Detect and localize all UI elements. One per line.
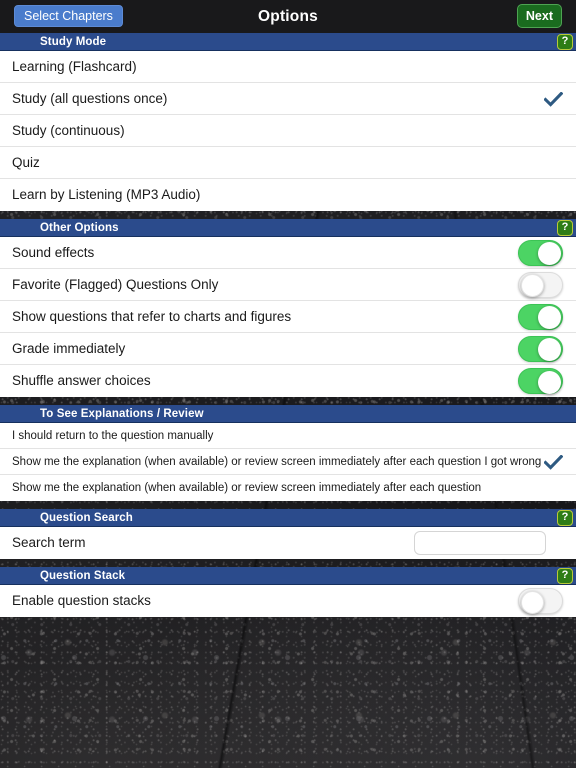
list-item-label: Sound effects xyxy=(12,245,95,260)
help-icon[interactable]: ? xyxy=(557,220,573,236)
section-header-question-stack: Question Stack? xyxy=(0,567,576,585)
toggle-knob xyxy=(537,306,561,329)
toggle-switch[interactable] xyxy=(518,335,563,362)
list-item[interactable]: Search term xyxy=(0,527,576,559)
section-title: Study Mode xyxy=(40,36,107,48)
list-item[interactable]: Enable question stacks xyxy=(0,585,576,617)
help-icon[interactable]: ? xyxy=(557,34,573,50)
section-rows: Sound effects Favorite (Flagged) Question… xyxy=(0,237,576,397)
help-icon[interactable]: ? xyxy=(557,510,573,526)
list-item-label: Favorite (Flagged) Questions Only xyxy=(12,277,219,292)
section-title: To See Explanations / Review xyxy=(40,408,204,420)
toggle-switch[interactable] xyxy=(518,303,563,330)
list-item-label: Learn by Listening (MP3 Audio) xyxy=(12,187,201,202)
list-item-label: Study (continuous) xyxy=(12,123,125,138)
toggle-knob xyxy=(537,370,561,394)
toggle-knob xyxy=(520,274,544,297)
section-rows: Enable question stacks xyxy=(0,585,576,617)
list-item[interactable]: Show questions that refer to charts and … xyxy=(0,301,576,333)
list-item[interactable]: I should return to the question manually xyxy=(0,423,576,449)
section-header-other-options: Other Options? xyxy=(0,219,576,237)
list-item[interactable]: Learning (Flashcard) xyxy=(0,51,576,83)
section-title: Other Options xyxy=(40,222,119,234)
next-button[interactable]: Next xyxy=(516,4,562,28)
list-item[interactable]: Learn by Listening (MP3 Audio) xyxy=(0,179,576,211)
toggle-knob xyxy=(537,242,561,265)
section-study-mode: Study Mode? Learning (Flashcard) Study (al… xyxy=(0,33,576,211)
search-input[interactable] xyxy=(414,531,546,555)
section-question-search: Question Search? Search term xyxy=(0,509,576,559)
section-explanations-review: To See Explanations / Review I should ret… xyxy=(0,405,576,501)
checkmark-icon xyxy=(544,454,563,470)
list-item[interactable]: Shuffle answer choices xyxy=(0,365,576,397)
list-item-label: Learning (Flashcard) xyxy=(12,59,137,74)
list-item[interactable]: Favorite (Flagged) Questions Only xyxy=(0,269,576,301)
list-item-label: Shuffle answer choices xyxy=(12,373,151,388)
list-item[interactable]: Study (all questions once) xyxy=(0,83,576,115)
list-item[interactable]: Show me the explanation (when available)… xyxy=(0,449,576,475)
section-header-study-mode: Study Mode? xyxy=(0,33,576,51)
list-item-label: Search term xyxy=(12,535,86,550)
toggle-knob xyxy=(520,590,544,614)
checkmark-icon xyxy=(544,91,563,107)
toggle-switch[interactable] xyxy=(518,239,563,266)
section-header-explanations-review: To See Explanations / Review xyxy=(0,405,576,423)
section-title: Question Search xyxy=(40,512,133,524)
help-icon[interactable]: ? xyxy=(557,568,573,584)
list-item[interactable]: Quiz xyxy=(0,147,576,179)
toggle-knob xyxy=(537,338,561,361)
section-other-options: Other Options? Sound effects Favorite (Fla… xyxy=(0,219,576,397)
section-header-question-search: Question Search? xyxy=(0,509,576,527)
section-question-stack: Question Stack? Enable question stacks xyxy=(0,567,576,617)
list-item-label: Enable question stacks xyxy=(12,593,151,608)
section-rows: Learning (Flashcard) Study (all questions… xyxy=(0,51,576,211)
list-item-label: Show me the explanation (when available)… xyxy=(12,482,482,494)
section-title: Question Stack xyxy=(40,570,126,582)
list-item-label: Show me the explanation (when available)… xyxy=(12,456,542,468)
section-rows: Search term xyxy=(0,527,576,559)
toggle-switch[interactable] xyxy=(518,271,563,298)
page-title: Options xyxy=(258,8,318,25)
section-rows: I should return to the question manually… xyxy=(0,423,576,501)
toggle-switch[interactable] xyxy=(518,368,563,394)
list-item[interactable]: Sound effects xyxy=(0,237,576,269)
list-item-label: I should return to the question manually xyxy=(12,430,214,442)
list-item[interactable]: Show me the explanation (when available)… xyxy=(0,475,576,501)
toggle-switch[interactable] xyxy=(518,588,563,614)
options-list: Study Mode? Learning (Flashcard) Study (al… xyxy=(0,33,576,625)
list-item-label: Grade immediately xyxy=(12,341,126,356)
list-item-label: Show questions that refer to charts and … xyxy=(12,309,292,324)
list-item[interactable]: Grade immediately xyxy=(0,333,576,365)
list-item-label: Quiz xyxy=(12,155,40,170)
navigation-bar: Select Chapters Options Next xyxy=(0,0,576,33)
list-item-label: Study (all questions once) xyxy=(12,91,168,106)
list-item[interactable]: Study (continuous) xyxy=(0,115,576,147)
